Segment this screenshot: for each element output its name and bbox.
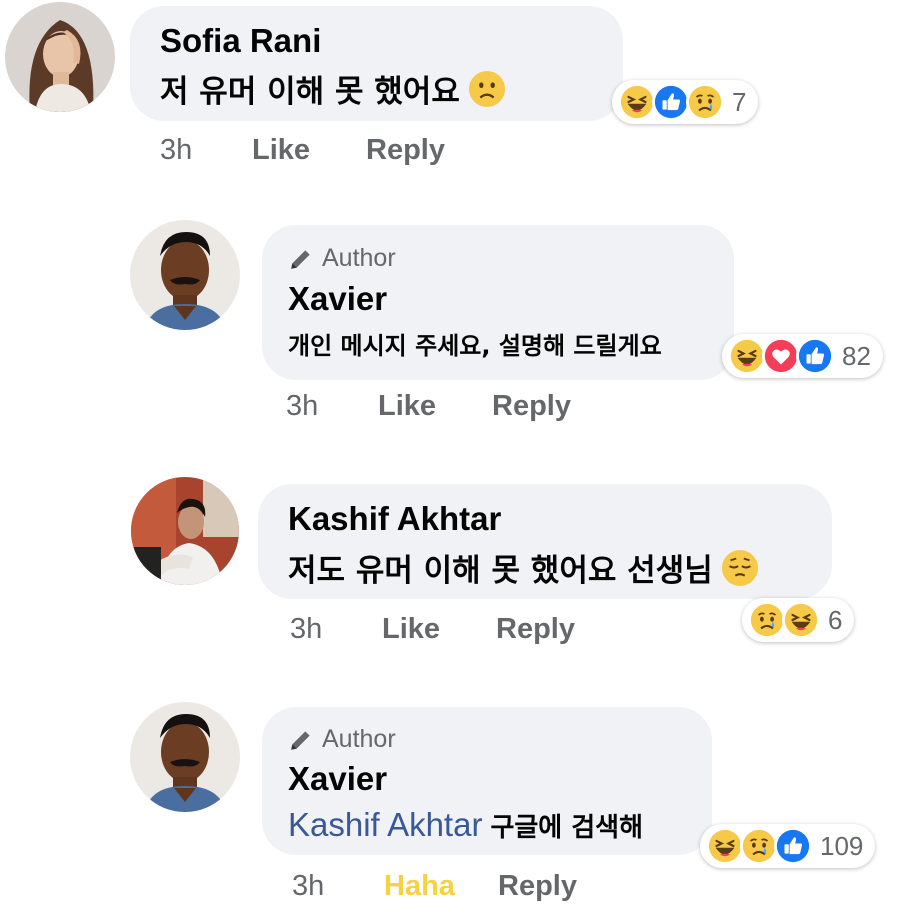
reaction-summary[interactable]: 7: [612, 80, 759, 124]
frown-emoji-icon: [468, 70, 506, 108]
comment-text: Kashif Akhtar 구글에 검색해: [288, 806, 643, 844]
timestamp[interactable]: 3h: [292, 870, 384, 903]
sad-icon: [740, 827, 778, 865]
comment-text-content: 구글에 검색해: [490, 812, 644, 843]
like-button[interactable]: Like: [252, 134, 366, 167]
comment-actions: 3h Like Reply: [286, 390, 571, 423]
love-icon: [762, 337, 800, 375]
sad-icon: [748, 601, 786, 639]
reaction-summary[interactable]: 82: [722, 334, 883, 378]
reply-button[interactable]: Reply: [496, 613, 575, 646]
comment-actions: 3h Haha Reply: [292, 870, 577, 903]
avatar[interactable]: [5, 2, 115, 112]
like-icon: [652, 83, 690, 121]
like-button[interactable]: Like: [382, 613, 496, 646]
comment-actions: 3h Like Reply: [290, 613, 575, 646]
commenter-name[interactable]: Xavier: [288, 760, 387, 798]
avatar[interactable]: [130, 220, 240, 330]
comment-text: 저도 유머 이해 못 했어요 선생님: [288, 545, 759, 590]
reaction-count: 109: [820, 830, 864, 861]
commenter-name[interactable]: Sofia Rani: [160, 22, 321, 60]
haha-icon: [706, 827, 744, 865]
comment-text: 개인 메시지 주세요, 설명해 드릴게요: [288, 326, 662, 361]
pencil-icon: [288, 727, 314, 753]
like-icon: [796, 337, 834, 375]
haha-icon: [728, 337, 766, 375]
reaction-summary[interactable]: 109: [700, 824, 876, 868]
timestamp[interactable]: 3h: [160, 134, 252, 167]
author-badge: Author: [288, 725, 396, 754]
avatar[interactable]: [131, 477, 239, 585]
author-label: Author: [322, 725, 396, 753]
avatar[interactable]: [130, 702, 240, 812]
like-button[interactable]: Like: [378, 390, 492, 423]
reaction-count: 7: [732, 86, 747, 117]
timestamp[interactable]: 3h: [286, 390, 378, 423]
commenter-name[interactable]: Kashif Akhtar: [288, 500, 501, 538]
reply-button[interactable]: Reply: [498, 870, 577, 903]
mention-link[interactable]: Kashif Akhtar: [288, 806, 482, 844]
comment-text-content: 저 유머 이해 못 했어요: [160, 74, 460, 110]
comment-actions: 3h Like Reply: [160, 134, 445, 167]
comment-text: 저 유머 이해 못 했어요: [160, 66, 506, 111]
comment-text-content: 저도 유머 이해 못 했어요 선생님: [288, 553, 713, 589]
like-icon: [774, 827, 812, 865]
author-badge: Author: [288, 244, 396, 273]
timestamp[interactable]: 3h: [290, 613, 382, 646]
sad-icon: [686, 83, 724, 121]
author-label: Author: [322, 244, 396, 272]
pensive-emoji-icon: [721, 549, 759, 587]
haha-icon: [618, 83, 656, 121]
reaction-count: 82: [842, 340, 871, 371]
commenter-name[interactable]: Xavier: [288, 280, 387, 318]
reply-button[interactable]: Reply: [366, 134, 445, 167]
reply-button[interactable]: Reply: [492, 390, 571, 423]
haha-button[interactable]: Haha: [384, 870, 498, 903]
reaction-count: 6: [828, 604, 843, 635]
reaction-summary[interactable]: 6: [742, 598, 855, 642]
comment-text-content: 개인 메시지 주세요, 설명해 드릴게요: [288, 332, 662, 360]
pencil-icon: [288, 246, 314, 272]
haha-icon: [782, 601, 820, 639]
